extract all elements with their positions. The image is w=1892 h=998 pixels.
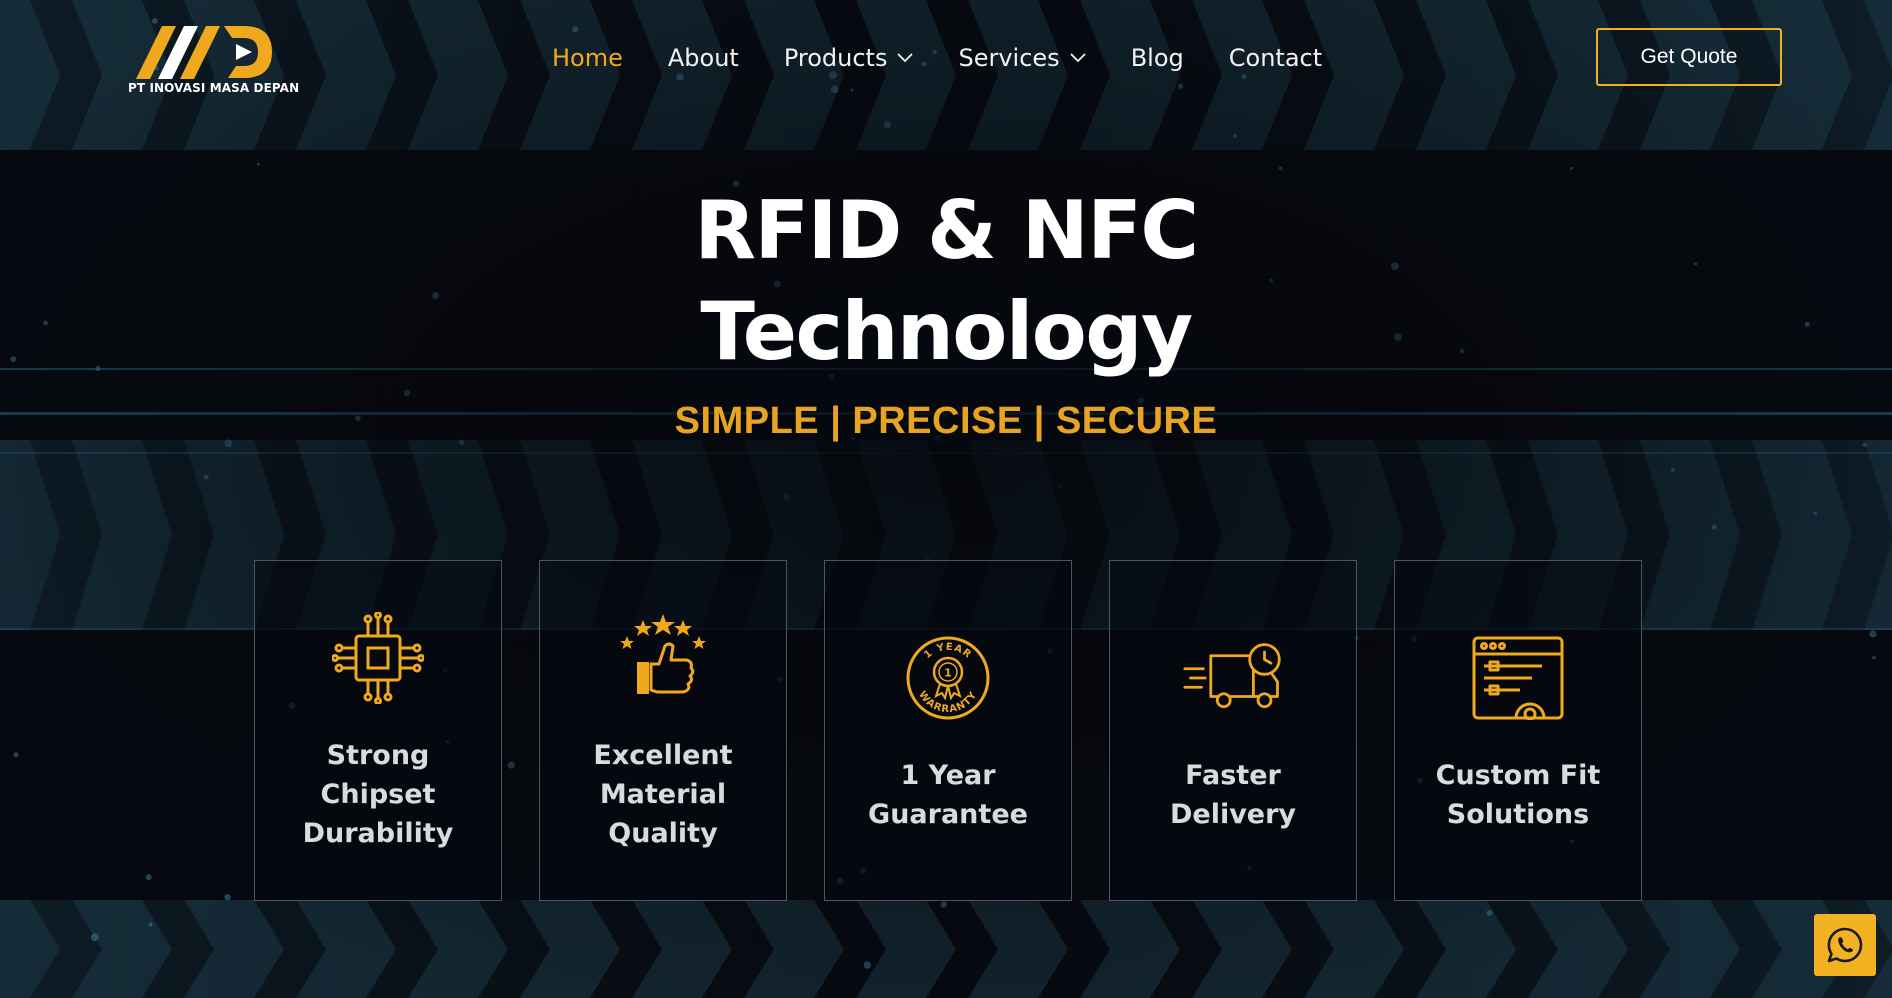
main-nav: Home About Products Services Blog Contac… <box>552 38 1367 78</box>
thumbs-up-stars-icon <box>613 608 713 708</box>
feature-card-material: Excellent Material Quality <box>539 560 787 901</box>
feature-label: 1 Year Guarantee <box>868 759 1028 830</box>
feature-cards: Strong Chipset Durability Excellent Mate… <box>254 560 1642 901</box>
chip-icon <box>328 608 428 708</box>
feature-label: Strong Chipset Durability <box>302 740 454 849</box>
nav-about[interactable]: About <box>668 44 739 72</box>
hero-title-line-1: RFID & NFC <box>694 184 1199 277</box>
nav-contact[interactable]: Contact <box>1229 44 1322 72</box>
feature-label: Faster Delivery <box>1169 759 1297 830</box>
nav-blog[interactable]: Blog <box>1131 44 1184 72</box>
nav-home[interactable]: Home <box>552 44 623 72</box>
nav-contact-label: Contact <box>1228 44 1323 72</box>
feature-label: Excellent Material Quality <box>593 740 733 849</box>
nav-products[interactable]: Products <box>784 44 914 72</box>
warranty-badge-icon: 1 YEAR WARRANTY 1 <box>898 628 998 728</box>
feature-card-chipset: Strong Chipset Durability <box>254 560 502 901</box>
nav-services-label: Services <box>958 44 1060 72</box>
delivery-truck-icon <box>1183 628 1283 728</box>
warranty-badge-number: 1 <box>944 666 952 679</box>
nav-products-label: Products <box>783 44 888 72</box>
feature-card-guarantee: 1 YEAR WARRANTY 1 1 Year Guarantee <box>824 560 1072 901</box>
nav-home-label: Home <box>552 44 623 72</box>
nav-services[interactable]: Services <box>958 44 1086 72</box>
whatsapp-icon <box>1827 927 1863 963</box>
chevron-down-icon <box>897 53 914 63</box>
whatsapp-button[interactable] <box>1814 914 1876 976</box>
logo-mark-icon <box>136 26 272 79</box>
hero-tagline: SIMPLE | PRECISE | SECURE <box>674 400 1218 442</box>
settings-window-icon <box>1468 628 1568 728</box>
hero-title-line-2: Technology <box>700 285 1193 378</box>
hero-title: RFID & NFC Technology <box>0 180 1892 382</box>
company-name: PT INOVASI MASA DEPAN <box>128 81 300 95</box>
chevron-down-icon <box>1070 53 1086 63</box>
page: PT INOVASI MASA DEPAN Home About Product… <box>0 0 1892 998</box>
feature-card-delivery: Faster Delivery <box>1109 560 1357 901</box>
feature-label: Custom Fit Solutions <box>1435 759 1601 830</box>
get-quote-button[interactable]: Get Quote <box>1596 28 1782 86</box>
brand-logo[interactable]: PT INOVASI MASA DEPAN <box>128 22 300 102</box>
nav-about-label: About <box>667 44 739 72</box>
nav-blog-label: Blog <box>1130 44 1184 72</box>
feature-card-custom: Custom Fit Solutions <box>1394 560 1642 901</box>
